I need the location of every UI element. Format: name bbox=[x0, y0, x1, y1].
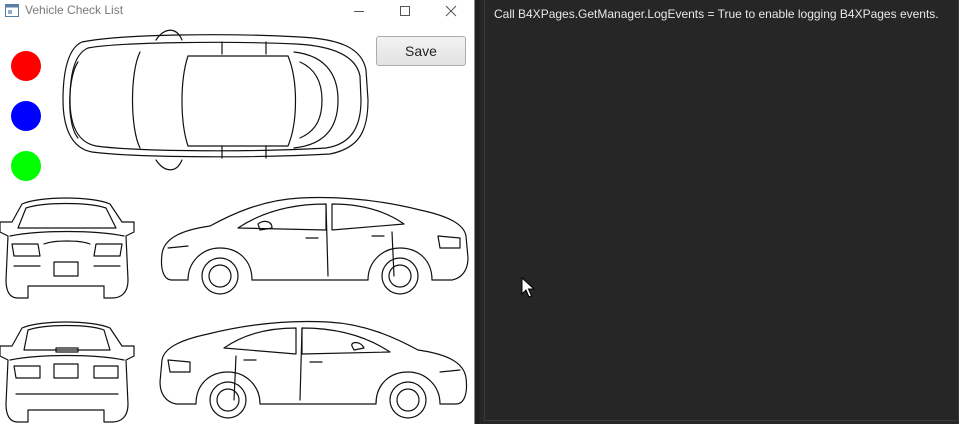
car-top-view[interactable] bbox=[62, 29, 369, 171]
title-bar[interactable]: Vehicle Check List bbox=[0, 0, 474, 22]
desktop: Vehicle Check List Save Call B4XPages.Ge… bbox=[0, 0, 959, 424]
maximize-button[interactable] bbox=[382, 0, 428, 22]
close-button[interactable] bbox=[428, 0, 474, 22]
minimize-button[interactable] bbox=[336, 0, 382, 22]
log-panel: Call B4XPages.GetManager.LogEvents = Tru… bbox=[480, 0, 959, 424]
car-side-view-left[interactable] bbox=[160, 196, 469, 295]
color-swatch-red[interactable] bbox=[11, 51, 41, 81]
vehicle-diagram-canvas[interactable] bbox=[0, 22, 475, 424]
car-side-view-right[interactable] bbox=[159, 320, 468, 419]
color-swatch-blue[interactable] bbox=[11, 101, 41, 131]
car-front-view[interactable] bbox=[0, 197, 135, 299]
window-title: Vehicle Check List bbox=[25, 3, 124, 17]
log-line: Call B4XPages.GetManager.LogEvents = Tru… bbox=[494, 7, 939, 21]
log-output[interactable]: Call B4XPages.GetManager.LogEvents = Tru… bbox=[484, 0, 959, 421]
color-swatch-green[interactable] bbox=[11, 151, 41, 181]
vehicle-check-window: Vehicle Check List Save bbox=[0, 0, 475, 424]
maximize-icon bbox=[400, 6, 410, 16]
arrow-cursor-icon bbox=[521, 277, 535, 298]
car-rear-view[interactable] bbox=[0, 321, 135, 423]
minimize-icon bbox=[354, 11, 364, 12]
app-window-icon bbox=[5, 4, 19, 17]
save-button[interactable]: Save bbox=[376, 36, 466, 66]
close-icon bbox=[445, 5, 457, 17]
